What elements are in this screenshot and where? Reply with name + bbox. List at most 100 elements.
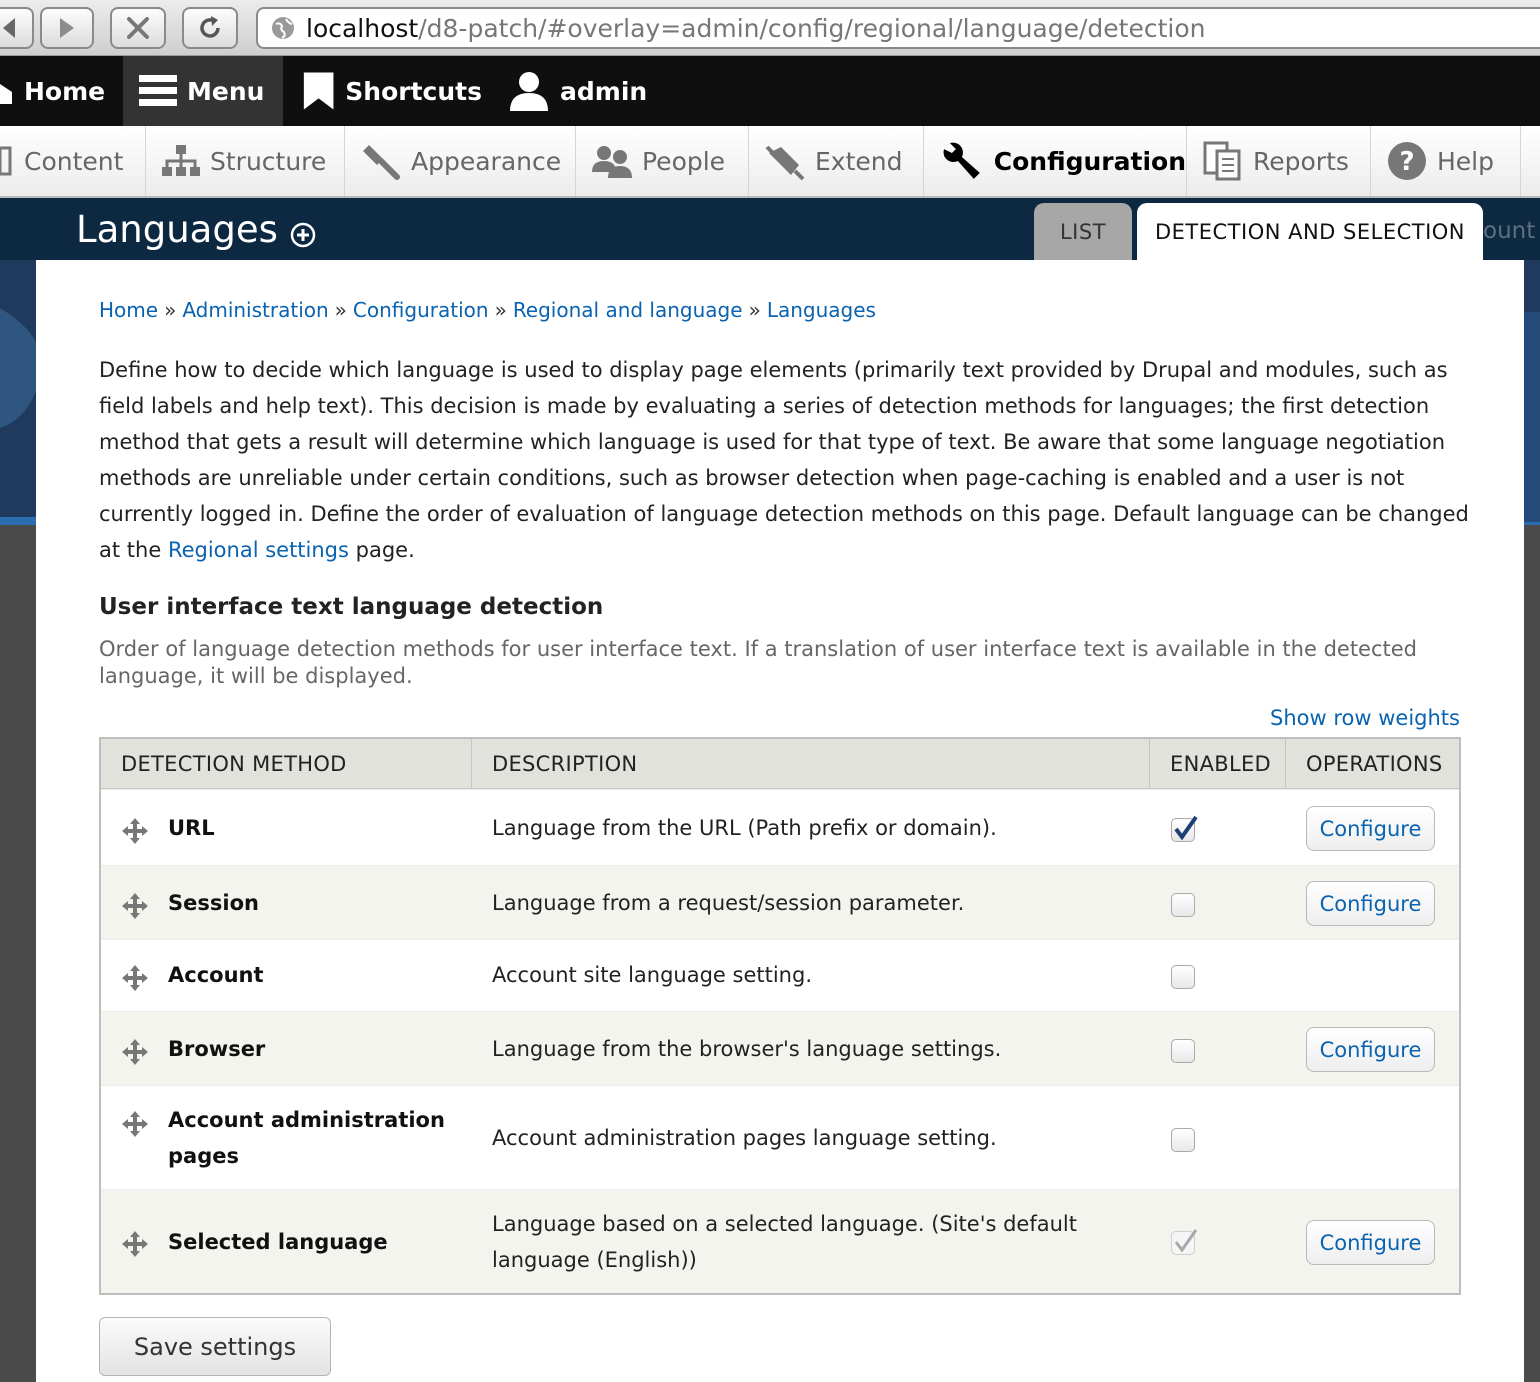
method-name: Account administration pages [168, 1108, 445, 1168]
tray-item-people[interactable]: People [576, 126, 749, 196]
header-enabled: ENABLED [1149, 739, 1285, 789]
table-row: URL Language from the URL (Path prefix o… [101, 789, 1459, 865]
tab-list[interactable]: LIST [1034, 203, 1132, 260]
header-operations: OPERATIONS [1285, 739, 1461, 789]
page-icon [0, 146, 12, 176]
report-icon [1203, 141, 1241, 181]
header-detection-method: DETECTION METHOD [121, 752, 347, 776]
table-row: Account administration pages Account adm… [101, 1085, 1459, 1189]
admin-tray: Content Structure Appearance People Exte… [0, 126, 1540, 198]
drag-handle-icon[interactable] [121, 1110, 149, 1138]
breadcrumb-home[interactable]: Home [99, 298, 158, 322]
tray-item-content[interactable]: Content [0, 126, 146, 196]
toolbar-user[interactable]: admin [508, 56, 658, 126]
enabled-checkbox[interactable] [1171, 965, 1195, 989]
tray-item-appearance[interactable]: Appearance [345, 126, 576, 196]
method-description: Account administration pages language se… [492, 1126, 997, 1150]
forward-arrow-icon [60, 18, 74, 38]
configure-button[interactable]: Configure [1306, 881, 1435, 926]
drag-handle-icon[interactable] [121, 1038, 149, 1066]
back-button[interactable] [0, 7, 34, 49]
reload-button[interactable] [182, 7, 238, 49]
svg-text:?: ? [1399, 147, 1414, 177]
toolbar-home[interactable]: Home [0, 56, 122, 126]
table-row: Account Account site language setting. [101, 939, 1459, 1011]
tray-item-configuration[interactable]: Configuration [924, 126, 1187, 196]
drag-handle-icon[interactable] [121, 1230, 149, 1258]
method-description: Account site language setting. [492, 963, 812, 987]
section-title: User interface text language detection [99, 594, 604, 620]
breadcrumb-regional-and-language[interactable]: Regional and language [513, 298, 743, 322]
configure-button[interactable]: Configure [1306, 806, 1435, 851]
back-arrow-icon [3, 18, 15, 38]
tab-detection-and-selection[interactable]: DETECTION AND SELECTION [1137, 203, 1483, 260]
breadcrumb-administration[interactable]: Administration [182, 298, 328, 322]
section-description: Order of language detection methods for … [99, 637, 1417, 688]
header-description: DESCRIPTION [471, 739, 1149, 789]
question-icon: ? [1388, 142, 1426, 180]
table-header: DETECTION METHOD DESCRIPTION ENABLED OPE… [101, 739, 1459, 789]
toolbar-shortcuts[interactable]: Shortcuts [302, 56, 482, 126]
checkmark-icon [1174, 815, 1198, 841]
user-icon [510, 72, 548, 111]
table-row: Selected language Language based on a se… [101, 1189, 1459, 1293]
method-description: Language from the URL (Path prefix or do… [492, 816, 997, 840]
show-row-weights-link[interactable]: Show row weights [1270, 706, 1460, 730]
hamburger-icon [139, 75, 177, 106]
regional-settings-link[interactable]: Regional settings [168, 538, 349, 562]
method-description: Language based on a selected language. (… [492, 1212, 1077, 1272]
enabled-checkbox[interactable] [1171, 1039, 1195, 1063]
enabled-checkbox[interactable] [1171, 1128, 1195, 1152]
method-name: Session [168, 891, 259, 915]
reload-icon [200, 16, 220, 38]
method-name: URL [168, 816, 215, 840]
tray-item-reports[interactable]: Reports [1187, 126, 1371, 196]
background-right-edge [1524, 312, 1540, 522]
enabled-checkbox [1171, 1229, 1198, 1255]
intro-text: Define how to decide which language is u… [99, 358, 1469, 562]
house-icon [0, 84, 12, 104]
enabled-checkbox[interactable] [1171, 893, 1195, 917]
url-field[interactable]: localhost/d8-patch/#overlay=admin/config… [256, 7, 1540, 49]
tray-item-help[interactable]: ? Help [1371, 126, 1521, 196]
url-text: localhost/d8-patch/#overlay=admin/config… [306, 13, 1206, 43]
toolbar-menu[interactable]: Menu [123, 56, 283, 126]
method-name: Browser [168, 1037, 266, 1061]
detection-methods-table: DETECTION METHOD DESCRIPTION ENABLED OPE… [99, 737, 1461, 1295]
paintbrush-icon [363, 145, 400, 180]
breadcrumb-languages[interactable]: Languages [767, 298, 876, 322]
drag-handle-icon[interactable] [121, 964, 149, 992]
tray-item-extend[interactable]: Extend [749, 126, 924, 196]
method-description: Language from a request/session paramete… [492, 891, 965, 915]
method-description: Language from the browser's language set… [492, 1037, 1002, 1061]
stop-button[interactable] [110, 7, 166, 49]
method-name: Selected language [168, 1230, 388, 1254]
overlay-content: Home» Administration» Configuration» Region… [36, 260, 1524, 1382]
drag-handle-icon[interactable] [121, 892, 149, 920]
breadcrumb-configuration[interactable]: Configuration [353, 298, 489, 322]
enabled-checkbox[interactable] [1171, 815, 1198, 842]
wrench-icon [943, 142, 980, 179]
table-row: Browser Language from the browser's lang… [101, 1011, 1459, 1085]
save-settings-button[interactable]: Save settings [99, 1317, 331, 1376]
configure-button[interactable]: Configure [1306, 1027, 1435, 1072]
star-icon [303, 72, 334, 110]
tray-item-structure[interactable]: Structure [146, 126, 345, 196]
sitemap-icon [162, 145, 200, 176]
globe-icon [272, 17, 294, 39]
checkmark-icon [1174, 1229, 1198, 1253]
page-title: Languages [76, 208, 278, 251]
table-row: Session Language from a request/session … [101, 865, 1459, 939]
forward-button[interactable] [40, 7, 94, 49]
method-name: Account [168, 963, 264, 987]
breadcrumb: Home» Administration» Configuration» Region… [99, 298, 876, 322]
configure-button[interactable]: Configure [1306, 1220, 1435, 1265]
close-icon [127, 17, 149, 39]
puzzle-icon [765, 145, 805, 181]
browser-bar: localhost/d8-patch/#overlay=admin/config… [0, 0, 1540, 56]
people-icon [592, 146, 632, 178]
background-tab-text: ount [1483, 218, 1536, 244]
admin-toolbar: Home Menu Shortcuts admin [0, 56, 1540, 126]
drag-handle-icon[interactable] [121, 817, 149, 845]
add-shortcut-icon[interactable] [290, 222, 316, 248]
